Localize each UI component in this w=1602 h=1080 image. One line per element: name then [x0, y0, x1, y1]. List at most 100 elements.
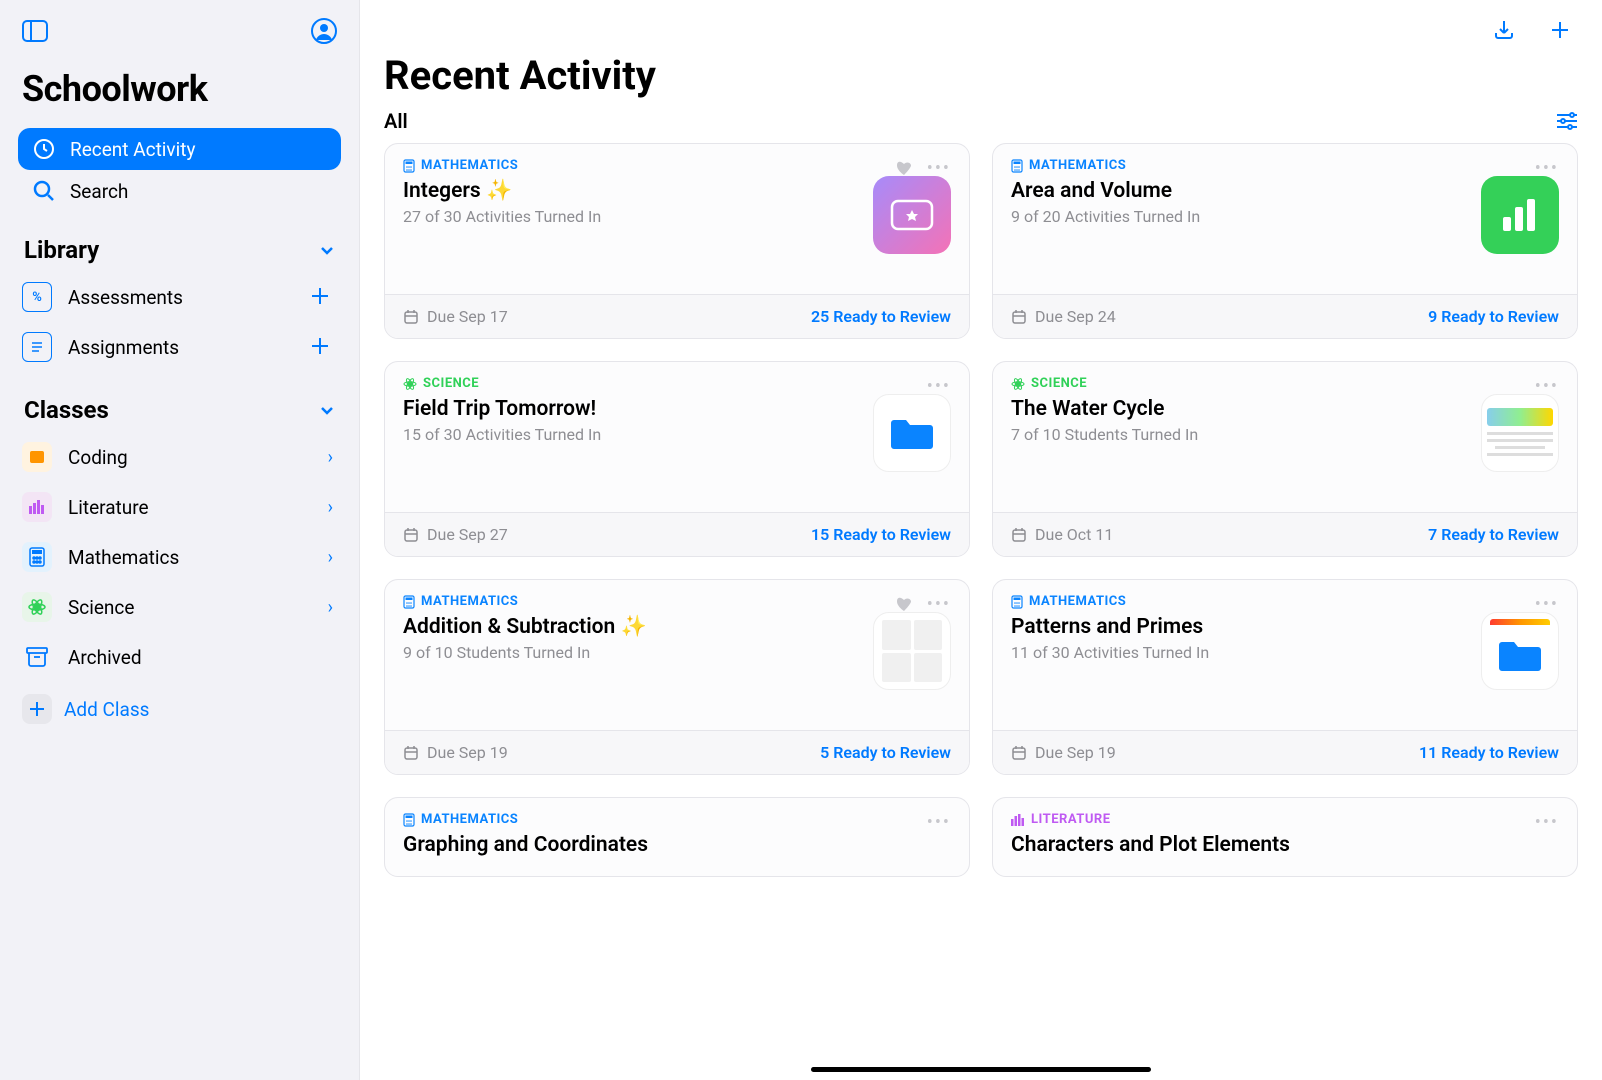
add-assessment-button[interactable] — [309, 285, 333, 309]
subject-badge: MATHEMATICS — [1011, 594, 1469, 609]
subject-badge: LITERATURE — [1011, 812, 1547, 827]
calendar-icon — [1011, 745, 1027, 761]
subject-badge: MATHEMATICS — [403, 158, 861, 173]
calendar-icon — [403, 309, 419, 325]
review-link[interactable]: 5 Ready to Review — [820, 743, 951, 762]
add-assignment-button[interactable] — [309, 335, 333, 359]
sidebar-toggle-icon[interactable] — [22, 20, 48, 42]
activity-card[interactable]: ••• SCIENCE The Water Cycle 7 of 10 Stud… — [992, 361, 1578, 557]
due-date: Due Sep 17 — [427, 307, 508, 326]
page-title: Recent Activity — [384, 52, 1578, 99]
archived-icon — [22, 642, 52, 672]
classes-header-label: Classes — [24, 396, 109, 424]
chevron-down-icon — [319, 242, 335, 258]
activity-card[interactable]: ••• MATHEMATICS Integers ✨ 27 of 30 Acti… — [384, 143, 970, 339]
library-header-label: Library — [24, 236, 99, 264]
review-link[interactable]: 11 Ready to Review — [1419, 743, 1559, 762]
add-class-button[interactable]: Add Class — [18, 684, 341, 734]
literature-icon — [22, 492, 52, 522]
library-item-assignments[interactable]: Assignments — [18, 322, 341, 372]
chevron-right-icon: › — [328, 547, 333, 568]
more-icon[interactable]: ••• — [927, 594, 951, 615]
coding-icon — [22, 442, 52, 472]
subject-icon — [1011, 159, 1023, 173]
nav-item-label: Search — [70, 180, 128, 203]
chevron-right-icon: › — [328, 597, 333, 618]
library-item-assessments[interactable]: % Assessments — [18, 272, 341, 322]
chevron-down-icon — [319, 402, 335, 418]
review-link[interactable]: 25 Ready to Review — [811, 307, 951, 326]
class-label: Archived — [68, 646, 333, 669]
more-icon[interactable]: ••• — [927, 158, 951, 179]
calendar-icon — [403, 745, 419, 761]
class-item-literature[interactable]: Literature › — [18, 482, 341, 532]
activity-card[interactable]: ••• LITERATURE Characters and Plot Eleme… — [992, 797, 1578, 877]
card-subtitle: 9 of 10 Students Turned In — [403, 643, 861, 662]
card-title: Area and Volume — [1011, 179, 1469, 203]
card-subtitle: 11 of 30 Activities Turned In — [1011, 643, 1469, 662]
more-icon[interactable]: ••• — [1535, 158, 1559, 179]
subject-icon — [1011, 595, 1023, 609]
profile-icon[interactable] — [311, 18, 337, 44]
subject-label: MATHEMATICS — [421, 158, 518, 173]
activity-card[interactable]: ••• MATHEMATICS Graphing and Coordinates — [384, 797, 970, 877]
class-item-science[interactable]: Science › — [18, 582, 341, 632]
review-link[interactable]: 15 Ready to Review — [811, 525, 951, 544]
subject-label: MATHEMATICS — [421, 594, 518, 609]
more-icon[interactable]: ••• — [927, 376, 951, 397]
library-item-label: Assessments — [68, 286, 305, 309]
activity-card[interactable]: ••• MATHEMATICS Addition & Subtraction ✨… — [384, 579, 970, 775]
class-item-archived[interactable]: Archived — [18, 632, 341, 682]
favorite-icon[interactable] — [895, 596, 913, 614]
card-title: Addition & Subtraction ✨ — [403, 615, 861, 639]
assessments-icon: % — [22, 282, 52, 312]
more-icon[interactable]: ••• — [1535, 376, 1559, 397]
add-button[interactable] — [1546, 16, 1574, 44]
library-header[interactable]: Library — [24, 236, 335, 264]
activity-card[interactable]: ••• SCIENCE Field Trip Tomorrow! 15 of 3… — [384, 361, 970, 557]
filter-label[interactable]: All — [384, 109, 408, 133]
due-date: Due Sep 19 — [1035, 743, 1116, 762]
activity-card[interactable]: ••• MATHEMATICS Area and Volume 9 of 20 … — [992, 143, 1578, 339]
download-button[interactable] — [1490, 16, 1518, 44]
subject-label: MATHEMATICS — [1029, 594, 1126, 609]
subject-label: SCIENCE — [1031, 376, 1087, 391]
library-item-label: Assignments — [68, 336, 305, 359]
subject-badge: SCIENCE — [1011, 376, 1469, 391]
class-item-coding[interactable]: Coding › — [18, 432, 341, 482]
nav-item-search[interactable]: Search — [18, 170, 341, 212]
subject-icon — [403, 813, 415, 827]
review-link[interactable]: 9 Ready to Review — [1428, 307, 1559, 326]
calendar-icon — [1011, 309, 1027, 325]
subject-icon — [1011, 377, 1025, 391]
subject-icon — [403, 159, 415, 173]
subject-badge: MATHEMATICS — [403, 812, 939, 827]
card-title: Patterns and Primes — [1011, 615, 1469, 639]
favorite-icon[interactable] — [895, 160, 913, 178]
nav-item-recent-activity[interactable]: Recent Activity — [18, 128, 341, 170]
search-icon — [32, 179, 56, 203]
add-class-label: Add Class — [64, 698, 149, 721]
subject-label: SCIENCE — [423, 376, 479, 391]
main-content: Recent Activity All ••• MATHEMATICS Inte… — [360, 0, 1602, 1080]
classes-header[interactable]: Classes — [24, 396, 335, 424]
card-subtitle: 9 of 20 Activities Turned In — [1011, 207, 1469, 226]
clock-icon — [32, 137, 56, 161]
review-link[interactable]: 7 Ready to Review — [1428, 525, 1559, 544]
activity-card[interactable]: ••• MATHEMATICS Patterns and Primes 11 o… — [992, 579, 1578, 775]
card-title: Field Trip Tomorrow! — [403, 397, 861, 421]
class-item-mathematics[interactable]: Mathematics › — [18, 532, 341, 582]
app-title: Schoolwork — [22, 68, 337, 110]
subject-label: MATHEMATICS — [1029, 158, 1126, 173]
more-icon[interactable]: ••• — [1535, 812, 1559, 833]
card-title: Integers ✨ — [403, 179, 861, 203]
chevron-right-icon: › — [328, 447, 333, 468]
filter-sliders-button[interactable] — [1556, 112, 1578, 130]
class-label: Literature — [68, 496, 324, 519]
subject-icon — [403, 377, 417, 391]
more-icon[interactable]: ••• — [927, 812, 951, 833]
card-subtitle: 27 of 30 Activities Turned In — [403, 207, 861, 226]
due-date: Due Sep 19 — [427, 743, 508, 762]
mathematics-icon — [22, 542, 52, 572]
card-title: The Water Cycle — [1011, 397, 1469, 421]
